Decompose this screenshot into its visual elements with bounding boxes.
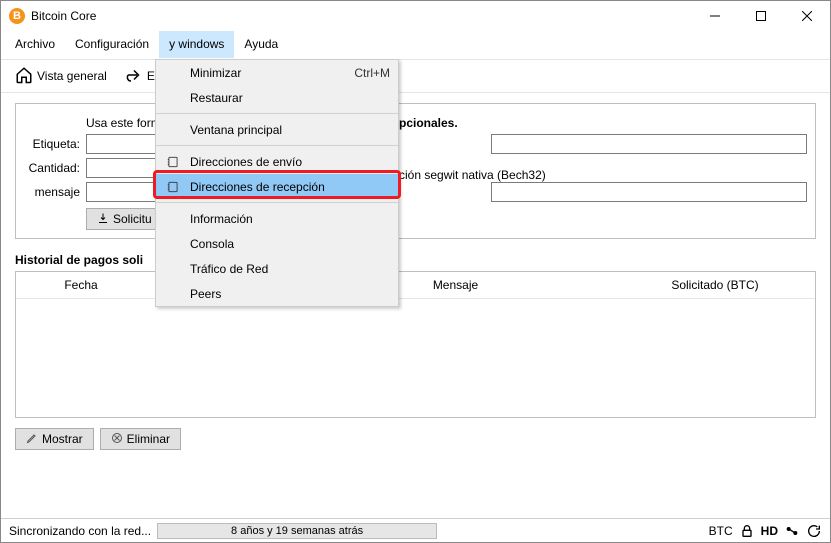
menu-direcciones-recepcion[interactable]: Direcciones de recepción — [156, 174, 398, 199]
separator — [156, 113, 398, 114]
network-icon[interactable] — [784, 523, 800, 539]
titlebar: B Bitcoin Core — [1, 1, 830, 31]
segwit-text-partial: ción segwit nativa (Bech32) — [399, 168, 546, 182]
menu-consola[interactable]: Consola — [156, 231, 398, 256]
menu-configuracion[interactable]: Configuración — [65, 31, 159, 58]
menu-envio-label: Direcciones de envío — [190, 155, 390, 169]
solicitar-button[interactable]: Solicitu — [86, 208, 163, 230]
eliminar-button[interactable]: Eliminar — [100, 428, 181, 450]
windows-dropdown: Minimizar Ctrl+M Restaurar Ventana princi… — [155, 59, 399, 307]
delete-icon — [111, 432, 123, 447]
tab-vista-general-label: Vista general — [37, 69, 107, 83]
mensaje-input-2[interactable] — [491, 182, 807, 202]
toolbar: Vista general En — [1, 59, 830, 93]
menu-trafico[interactable]: Tráfico de Red — [156, 256, 398, 281]
menu-restaurar-label: Restaurar — [190, 91, 390, 105]
menu-archivo[interactable]: Archivo — [5, 31, 65, 58]
menu-peers-label: Peers — [190, 287, 390, 301]
menu-ayuda[interactable]: Ayuda — [234, 31, 288, 58]
receive-icon — [97, 212, 109, 227]
mostrar-label: Mostrar — [42, 432, 83, 446]
window-title: Bitcoin Core — [31, 9, 96, 23]
pencil-icon — [26, 432, 38, 447]
sync-spinner-icon — [806, 523, 822, 539]
send-arrow-icon — [125, 66, 143, 87]
menu-trafico-label: Tráfico de Red — [190, 262, 390, 276]
home-icon — [15, 66, 33, 87]
menu-ywindows[interactable]: y windows — [159, 31, 234, 58]
statusbar: Sincronizando con la red... 8 años y 19 … — [1, 518, 830, 542]
menu-ventana-label: Ventana principal — [190, 123, 390, 137]
menu-minimizar[interactable]: Minimizar Ctrl+M — [156, 60, 398, 85]
addressbook-icon — [164, 155, 182, 169]
sync-progress: 8 años y 19 semanas atrás — [157, 523, 437, 539]
label-etiqueta: Etiqueta: — [24, 137, 80, 151]
form-description-suffix: pcionales. — [399, 116, 458, 130]
menu-peers[interactable]: Peers — [156, 281, 398, 306]
sync-status-text: Sincronizando con la red... — [9, 524, 151, 538]
history-title: Historial de pagos soli — [15, 253, 816, 267]
menu-restaurar[interactable]: Restaurar — [156, 85, 398, 110]
eliminar-label: Eliminar — [127, 432, 170, 446]
col-solicitado[interactable]: Solicitado (BTC) — [615, 272, 815, 298]
bitcoin-logo-icon: B — [9, 8, 25, 24]
menu-direcciones-envio[interactable]: Direcciones de envío — [156, 149, 398, 174]
menu-ventana-principal[interactable]: Ventana principal — [156, 117, 398, 142]
tab-vista-general[interactable]: Vista general — [9, 62, 113, 91]
separator — [156, 145, 398, 146]
lock-icon[interactable] — [739, 523, 755, 539]
menu-recepcion-label: Direcciones de recepción — [190, 180, 390, 194]
menu-minimizar-shortcut: Ctrl+M — [354, 66, 390, 80]
menu-informacion[interactable]: Información — [156, 206, 398, 231]
menu-consola-label: Consola — [190, 237, 390, 251]
table-body[interactable] — [16, 299, 815, 417]
unit-label[interactable]: BTC — [709, 524, 733, 538]
etiqueta-input-2[interactable] — [491, 134, 807, 154]
payments-table: Fecha Etiqueta Mensaje Solicitado (BTC) — [15, 271, 816, 418]
maximize-button[interactable] — [738, 1, 784, 31]
label-mensaje: mensaje — [24, 185, 80, 199]
menu-info-label: Información — [190, 212, 390, 226]
mostrar-button[interactable]: Mostrar — [15, 428, 94, 450]
menu-minimizar-label: Minimizar — [190, 66, 346, 80]
hd-icon: HD — [761, 524, 778, 538]
separator — [156, 202, 398, 203]
menubar: Archivo Configuración y windows Ayuda — [1, 31, 830, 59]
label-cantidad: Cantidad: — [24, 161, 80, 175]
addressbook-icon — [164, 180, 182, 194]
close-button[interactable] — [784, 1, 830, 31]
solicitar-label: Solicitu — [113, 212, 152, 226]
col-fecha[interactable]: Fecha — [16, 272, 146, 298]
minimize-button[interactable] — [692, 1, 738, 31]
